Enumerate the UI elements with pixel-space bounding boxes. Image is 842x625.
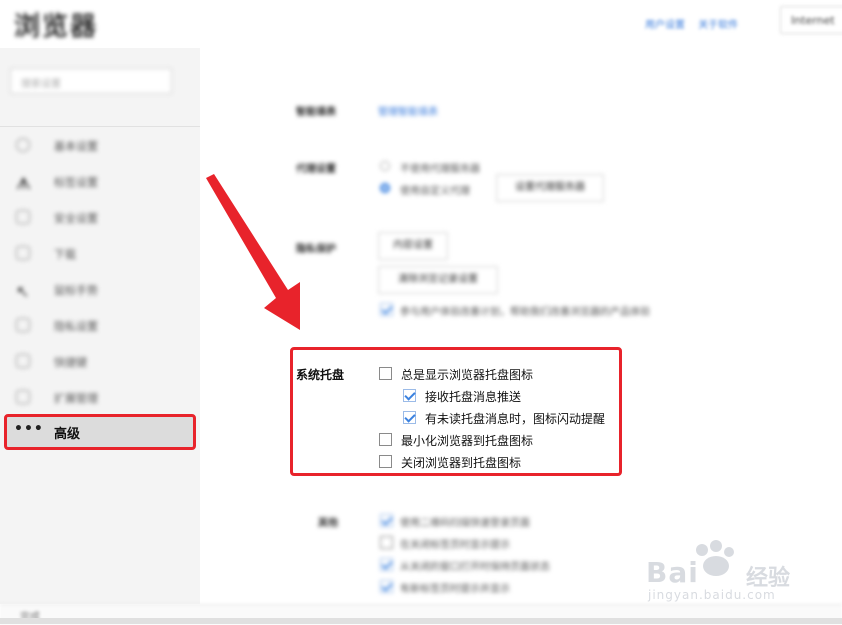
sidebar-item-security[interactable]: 安全设置 xyxy=(0,200,200,236)
other-option-label: 在关闭标签页时显示提示 xyxy=(400,540,510,551)
app-header: 浏览器 用户设置 关于软件 Internet xyxy=(0,0,842,49)
header-link-about[interactable]: 关于软件 xyxy=(698,20,738,31)
circle-icon xyxy=(16,138,30,152)
header-links: 用户设置 关于软件 xyxy=(645,16,748,31)
other-option-label: 有新标签页时提示并显示 xyxy=(400,584,510,595)
sidebar-item-tabs[interactable]: ᗑ 标签设置 xyxy=(0,164,200,200)
sidebar-item-gestures[interactable]: ↖ 鼠标手势 xyxy=(0,272,200,308)
watermark-brand: Bai xyxy=(646,556,699,589)
app-logo: 浏览器 xyxy=(14,12,99,42)
sidebar-item-label: 基本设置 xyxy=(54,140,98,153)
proxy-option-custom: 使用自定义代理 xyxy=(400,186,470,197)
header-right-button[interactable]: Internet xyxy=(780,6,842,34)
watermark-url: jingyan.baidu.com xyxy=(648,588,776,602)
privacy-icon xyxy=(16,318,30,332)
other-option-label: 使用二维码扫描快速登录页面 xyxy=(400,518,530,529)
other-option-checkbox[interactable] xyxy=(380,514,393,527)
sidebar-item-label: 隐私设置 xyxy=(54,320,98,333)
download-icon xyxy=(16,246,30,260)
sidebar-item-basic[interactable]: 基本设置 xyxy=(0,128,200,164)
manage-autofill-link[interactable]: 管理智能填表 xyxy=(378,103,438,118)
extension-icon xyxy=(16,390,30,404)
proxy-radio-custom[interactable] xyxy=(380,183,390,193)
sidebar-item-label: 扩展管理 xyxy=(54,392,98,405)
other-option-label: 从关闭的窗口打开时保持页面状态 xyxy=(400,562,550,573)
sidebar-item-download[interactable]: 下载 xyxy=(0,236,200,272)
content-settings-button[interactable]: 内容设置 xyxy=(378,232,448,260)
sidebar-item-label: 快捷键 xyxy=(54,356,87,369)
row-label-other: 其他 xyxy=(318,518,338,529)
proxy-option-none: 不使用代理服务器 xyxy=(400,164,480,175)
header-link-user-settings[interactable]: 用户设置 xyxy=(645,20,685,31)
ux-program-checkbox[interactable] xyxy=(380,303,393,316)
clear-history-button[interactable]: 清除浏览记录设置 xyxy=(378,266,498,294)
sidebar-item-label: 标签设置 xyxy=(54,176,98,189)
settings-sidebar: 搜索设置 基本设置 ᗑ 标签设置 安全设置 下载 ↖ 鼠标手势 隐私设置 快捷键… xyxy=(0,48,200,604)
sidebar-divider xyxy=(0,126,200,127)
tabs-icon: ᗑ xyxy=(16,174,32,193)
other-option-checkbox[interactable] xyxy=(380,558,393,571)
sidebar-item-extensions[interactable]: 扩展管理 xyxy=(0,380,200,416)
highlight-box-sidebar xyxy=(4,414,196,450)
sidebar-item-label: 鼠标手势 xyxy=(54,284,98,297)
sidebar-item-label: 下载 xyxy=(54,248,76,261)
other-option-checkbox[interactable] xyxy=(380,580,393,593)
mouse-icon: ↖ xyxy=(16,282,30,301)
search-input[interactable]: 搜索设置 xyxy=(10,68,172,94)
sidebar-item-privacy[interactable]: 隐私设置 xyxy=(0,308,200,344)
highlight-box-tray xyxy=(290,347,622,476)
proxy-settings-button[interactable]: 设置代理服务器 xyxy=(496,174,604,202)
baidu-jingyan-watermark: Bai 经验 jingyan.baidu.com xyxy=(646,540,816,604)
other-option-checkbox[interactable] xyxy=(380,536,393,549)
shield-icon xyxy=(16,210,30,224)
sidebar-item-shortcuts[interactable]: 快捷键 xyxy=(0,344,200,380)
sidebar-item-label: 安全设置 xyxy=(54,212,98,225)
proxy-radio-none[interactable] xyxy=(380,161,390,171)
red-arrow-annotation xyxy=(206,174,300,330)
ux-program-label: 参与用户体验改善计划，帮助我们改善浏览器的产品体验 xyxy=(400,307,650,318)
horizontal-scrollbar[interactable] xyxy=(0,618,842,624)
row-label-autofill: 智能填表 xyxy=(296,107,336,118)
keyboard-icon xyxy=(16,354,30,368)
